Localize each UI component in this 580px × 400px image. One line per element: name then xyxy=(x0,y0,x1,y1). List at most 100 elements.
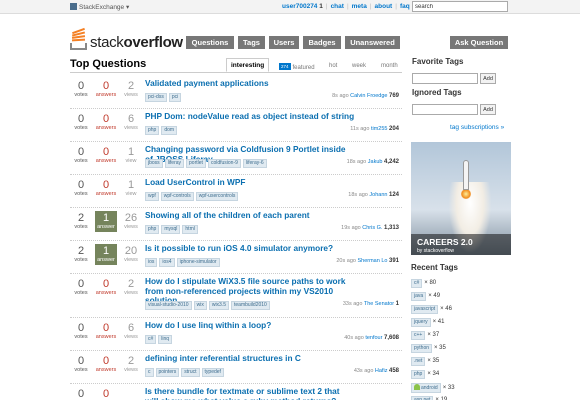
question-tags: jboss liferay portlet coldfusion-9 liferay-6 xyxy=(145,159,269,168)
nav-badges[interactable]: Badges xyxy=(303,36,341,49)
favorite-tags-add-button[interactable]: Add xyxy=(480,73,496,84)
question-user-link[interactable]: Hafiz xyxy=(375,368,388,374)
careers-ad[interactable]: CAREERS 2.0 by stackoverflow xyxy=(411,142,511,255)
recent-tag-link[interactable]: c++ xyxy=(411,331,426,340)
tag-link[interactable]: mysql xyxy=(161,225,181,234)
stackoverflow-logo[interactable]: stackoverflow xyxy=(70,27,183,52)
question-user-link[interactable]: Sherman Lo xyxy=(357,258,387,264)
tag-link[interactable]: ios xyxy=(145,258,158,267)
tag-link[interactable]: ios4 xyxy=(159,258,175,267)
tag-link[interactable]: wpf-usercontrols xyxy=(195,192,239,201)
user-reputation: 4,242 xyxy=(383,159,399,165)
favorite-tags-input[interactable] xyxy=(412,73,478,84)
recent-tag-link[interactable]: python xyxy=(411,344,433,353)
tab-month[interactable]: month xyxy=(381,63,398,69)
recent-tag-row: c++ × 37 xyxy=(411,331,511,344)
tag-link[interactable]: wpf-controls xyxy=(160,192,194,201)
tag-link[interactable]: php xyxy=(145,126,160,135)
tag-link[interactable]: visual-studio-2010 xyxy=(145,301,192,310)
nav-tags[interactable]: Tags xyxy=(238,36,265,49)
tag-link[interactable]: php xyxy=(145,225,160,234)
question-user-link[interactable]: Johann xyxy=(369,192,387,198)
view-count-label: view xyxy=(125,158,137,164)
answer-count-label: answers xyxy=(95,367,117,373)
question-user-link[interactable]: Chris G. xyxy=(362,225,382,231)
question-user-link[interactable]: Jakub xyxy=(368,159,383,165)
ask-question-button[interactable]: Ask Question xyxy=(450,36,508,49)
vote-count-label: votes xyxy=(74,224,88,230)
tag-link[interactable]: portlet xyxy=(186,159,206,168)
tag-link[interactable]: typedef xyxy=(201,368,224,377)
username-link[interactable]: user700274 xyxy=(282,3,317,10)
recent-tag-link[interactable]: java xyxy=(411,292,427,301)
question-row: 0 votes 0 answers 2 views How do I stipulate W… xyxy=(70,274,402,318)
about-link[interactable]: about xyxy=(375,3,393,10)
question-user-link[interactable]: tim255 xyxy=(371,126,388,132)
tag-link[interactable]: pci xyxy=(168,93,182,102)
question-title-link[interactable]: defining inter referential structures in… xyxy=(145,353,355,364)
chat-link[interactable]: chat xyxy=(331,3,344,10)
question-title-link[interactable]: PHP Dom: nodeValue read as object instea… xyxy=(145,111,355,122)
tag-link[interactable]: dom xyxy=(161,126,178,135)
question-row: 0 votes 0 answers 2 views Validated payment ap… xyxy=(70,76,402,109)
tag-link[interactable]: jboss xyxy=(145,159,163,168)
recent-tag-link[interactable]: php xyxy=(411,370,426,379)
tag-link[interactable]: wix3.5 xyxy=(208,301,230,310)
tag-link[interactable]: teambuild2010 xyxy=(231,301,270,310)
question-title-link[interactable]: How do I use linq within a loop? xyxy=(145,320,355,331)
tag-link[interactable]: html xyxy=(182,225,198,234)
tag-link[interactable]: c xyxy=(145,368,154,377)
tag-link[interactable]: struct xyxy=(181,368,200,377)
tag-link[interactable]: liferay xyxy=(164,159,185,168)
ignored-tags-add-button[interactable]: Add xyxy=(480,104,496,115)
question-title-link[interactable]: Is it possible to run iOS 4.0 simulator … xyxy=(145,243,355,254)
question-user-link[interactable]: tenfour xyxy=(365,335,382,341)
tag-link[interactable]: wpf xyxy=(145,192,159,201)
tab-hot[interactable]: hot xyxy=(329,63,337,69)
tag-link[interactable]: coldfusion-9 xyxy=(207,159,241,168)
recent-tag-link[interactable]: asp.net xyxy=(411,396,434,400)
question-user-link[interactable]: The Senator xyxy=(364,301,394,307)
question-user-link[interactable]: Calvin Froedge xyxy=(350,93,387,99)
tab-interesting[interactable]: interesting xyxy=(226,58,270,72)
nav-users[interactable]: Users xyxy=(269,36,299,49)
tag-link[interactable]: wix xyxy=(193,301,207,310)
tag-link[interactable]: linq xyxy=(158,335,173,344)
stackexchange-menu[interactable]: StackExchange ▾ xyxy=(70,3,129,11)
answer-count: 0answers xyxy=(95,113,117,132)
vote-count: 0votes xyxy=(70,322,92,341)
recent-tag-name: c# xyxy=(414,280,420,286)
recent-tag-link[interactable]: jquery xyxy=(411,318,431,327)
question-time: 18s ago xyxy=(348,192,368,198)
meta-link[interactable]: meta xyxy=(352,3,367,10)
top-bar: StackExchange ▾ user700274 1 | chat | meta | a… xyxy=(0,0,580,14)
vote-count-number: 0 xyxy=(77,179,85,191)
recent-tag-link[interactable]: javascript xyxy=(411,305,439,314)
question-tags: c pointers struct typedef xyxy=(145,368,226,377)
tag-link[interactable]: pci-dss xyxy=(145,93,167,102)
search-input[interactable] xyxy=(412,1,508,12)
recent-tag-link[interactable]: .net xyxy=(411,357,426,366)
tag-link[interactable]: iphone-simulator xyxy=(176,258,220,267)
tag-link[interactable]: pointers xyxy=(155,368,180,377)
recent-tag-link[interactable]: android xyxy=(411,383,441,393)
ignored-tags-input[interactable] xyxy=(412,104,478,115)
tag-link[interactable]: c# xyxy=(145,335,157,344)
tag-link[interactable]: liferay-6 xyxy=(242,159,267,168)
tab-featured[interactable]: 274 featured xyxy=(279,63,315,71)
tag-subscriptions-link[interactable]: tag subscriptions » xyxy=(450,124,504,131)
answer-count-number: 0 xyxy=(102,355,110,367)
question-tags: wpf wpf-controls wpf-usercontrols xyxy=(145,192,240,201)
question-title-link[interactable]: Load UserControl in WPF xyxy=(145,177,355,188)
faq-link[interactable]: faq xyxy=(400,3,410,10)
question-title-link[interactable]: Validated payment applications xyxy=(145,78,355,89)
answer-count-number: 0 xyxy=(102,278,110,290)
tab-week[interactable]: week xyxy=(352,63,366,69)
question-title-link[interactable]: Showing all of the children of each pare… xyxy=(145,210,355,221)
question-title-link[interactable]: Is there bundle for textmate or sublime … xyxy=(145,386,355,400)
nav-questions[interactable]: Questions xyxy=(186,36,234,49)
vote-count: 0votes xyxy=(70,355,92,374)
question-time: 18s ago xyxy=(346,159,367,165)
recent-tag-link[interactable]: c# xyxy=(411,279,423,288)
nav-unanswered[interactable]: Unanswered xyxy=(345,36,400,49)
